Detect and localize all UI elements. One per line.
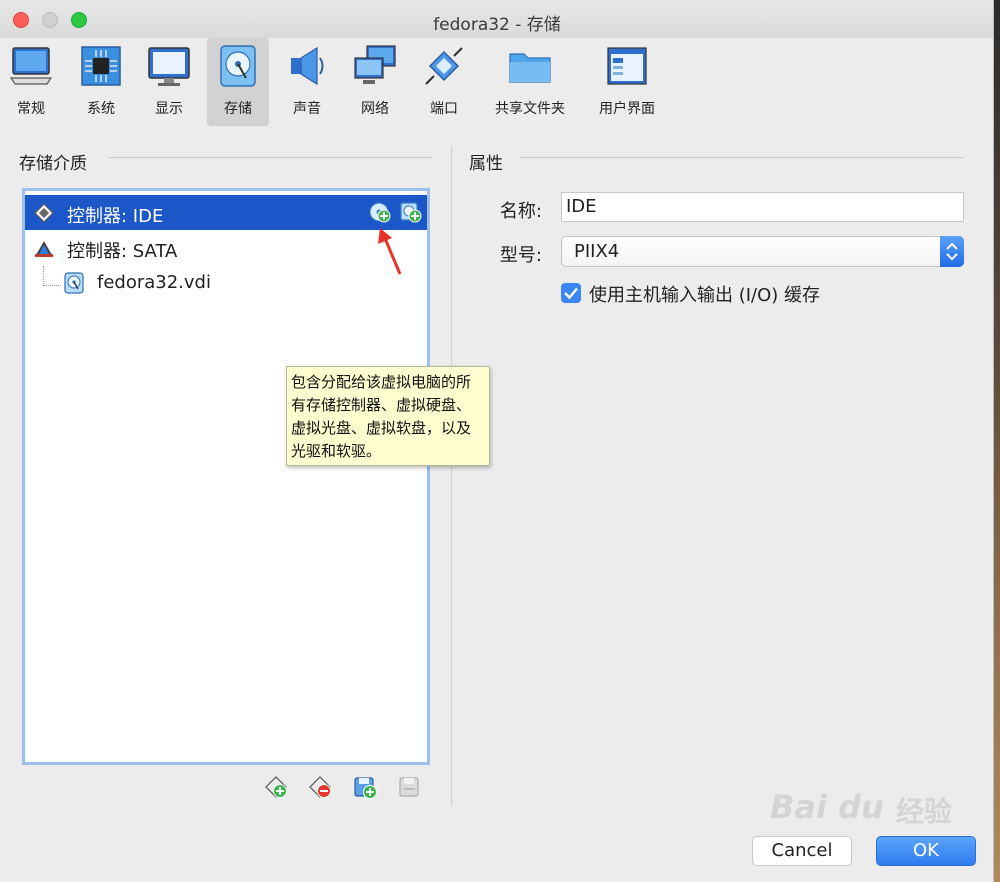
- type-label: 型号:: [499, 245, 542, 266]
- tree-item-sata-controller[interactable]: 控制器: SATA: [25, 230, 427, 265]
- settings-toolbar: 常规 系统 显示 存储 声音 网络 端口 共享文件夹 用户界面: [0, 38, 993, 130]
- tab-shared-folders-label: 共享文件夹: [495, 101, 565, 117]
- tab-audio[interactable]: 声音: [276, 38, 338, 126]
- tab-network[interactable]: 网络: [344, 38, 406, 126]
- storage-tree[interactable]: 控制器: IDE 控制器: SATA fedora32.vdi: [22, 188, 430, 765]
- watermark-brand: Bai du: [770, 788, 884, 826]
- remove-attachment-icon[interactable]: [397, 775, 421, 799]
- cancel-button[interactable]: Cancel: [752, 836, 852, 866]
- tab-system[interactable]: 系统: [70, 38, 132, 126]
- storage-section-divider: [108, 157, 433, 158]
- tab-ports[interactable]: 端口: [413, 38, 475, 126]
- add-hard-disk-icon[interactable]: [400, 201, 422, 223]
- tab-storage[interactable]: 存储: [207, 38, 269, 126]
- tab-system-label: 系统: [87, 101, 115, 117]
- tab-user-interface-label: 用户界面: [599, 101, 655, 117]
- properties-section-divider: [519, 157, 964, 158]
- add-controller-icon[interactable]: [264, 775, 288, 799]
- user-interface-icon: [607, 47, 647, 85]
- host-io-cache-checkbox[interactable]: [561, 283, 581, 303]
- host-io-cache-label[interactable]: 使用主机输入输出 (I/O) 缓存: [589, 281, 820, 307]
- audio-speaker-icon: [291, 46, 324, 86]
- chevron-updown-icon: [940, 236, 964, 267]
- tree-item-label: 控制器: SATA: [67, 241, 178, 262]
- tab-network-label: 网络: [361, 101, 389, 117]
- tab-shared-folders[interactable]: 共享文件夹: [490, 38, 570, 126]
- tree-item-label: 控制器: IDE: [67, 206, 164, 227]
- tab-ports-label: 端口: [430, 101, 458, 117]
- window-title: fedora32 - 存储: [433, 15, 561, 35]
- tab-audio-label: 声音: [293, 101, 321, 117]
- hard-disk-icon: [64, 272, 84, 294]
- tree-item-fedora32-vdi[interactable]: fedora32.vdi: [25, 265, 427, 300]
- ok-button[interactable]: OK: [876, 836, 976, 866]
- sata-controller-icon: [35, 241, 53, 257]
- storage-disk-icon: [220, 45, 256, 87]
- settings-window: fedora32 - 存储 常规 系统 显示 存储 声音 网络 端口 共享文件夹…: [0, 0, 994, 882]
- general-monitor-icon: [9, 47, 53, 85]
- network-icon: [354, 45, 396, 84]
- tab-display-label: 显示: [155, 101, 183, 117]
- shared-folder-icon: [509, 53, 551, 83]
- tab-display[interactable]: 显示: [138, 38, 200, 126]
- storage-tooltip: 包含分配给该虚拟电脑的所有存储控制器、虚拟硬盘、虚拟光盘、虚拟软盘，以及光驱和软…: [286, 366, 490, 466]
- tree-item-ide-controller[interactable]: 控制器: IDE: [25, 195, 427, 230]
- tree-item-label: fedora32.vdi: [97, 272, 211, 293]
- type-select-value: PIIX4: [574, 241, 620, 262]
- checkmark-icon: [564, 287, 578, 300]
- ide-controller-icon: [34, 203, 54, 223]
- baidu-watermark: Bai du 经验: [762, 780, 962, 836]
- tab-general[interactable]: 常规: [0, 38, 62, 126]
- port-connector-icon: [425, 47, 463, 85]
- type-select[interactable]: PIIX4: [561, 236, 964, 267]
- name-field[interactable]: IDE: [561, 192, 964, 222]
- annotation-arrow-icon: [378, 228, 402, 275]
- storage-section-title: 存储介质: [19, 154, 87, 174]
- system-chip-icon: [81, 46, 121, 86]
- title-bar[interactable]: fedora32 - 存储: [0, 0, 993, 38]
- display-monitor-icon: [148, 47, 190, 86]
- tab-general-label: 常规: [17, 101, 45, 117]
- remove-controller-icon[interactable]: [308, 775, 332, 799]
- add-attachment-icon[interactable]: [353, 775, 377, 799]
- properties-section-title: 属性: [469, 154, 503, 174]
- tab-user-interface[interactable]: 用户界面: [591, 38, 663, 126]
- tab-storage-label: 存储: [224, 101, 252, 117]
- name-label: 名称:: [499, 201, 542, 222]
- add-optical-drive-icon[interactable]: [369, 201, 391, 223]
- watermark-sub: 经验: [896, 795, 953, 828]
- panel-splitter[interactable]: [451, 146, 452, 806]
